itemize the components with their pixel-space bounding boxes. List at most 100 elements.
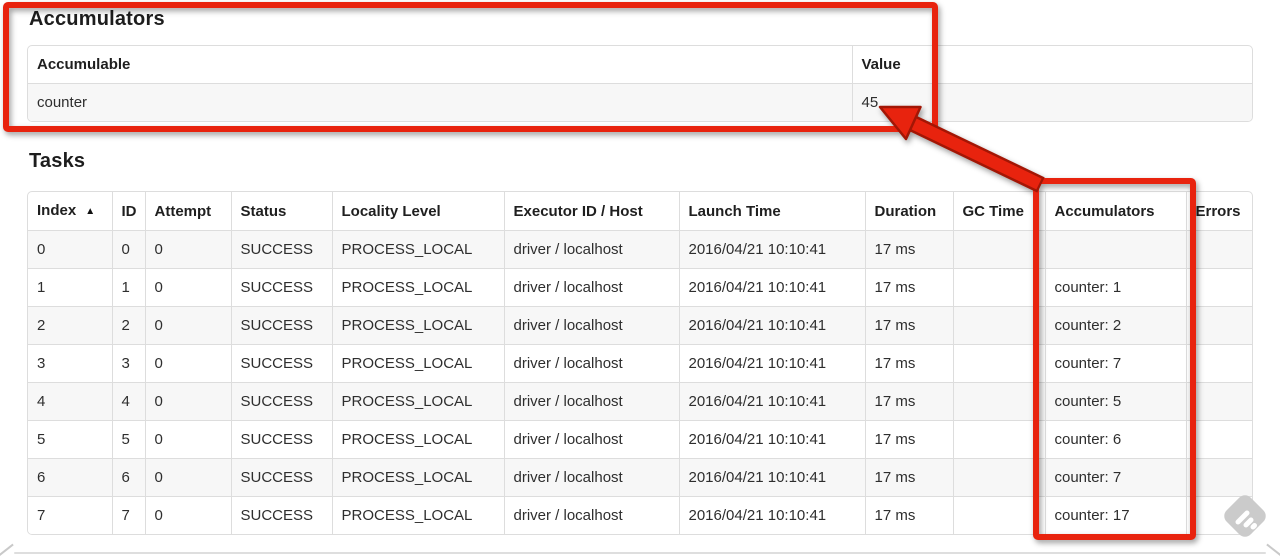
feedly-logo-icon xyxy=(1224,495,1266,537)
cell-launch_time: 2016/04/21 10:10:41 xyxy=(678,230,865,269)
cell-gc_time xyxy=(952,230,1045,269)
cell-id: 0 xyxy=(111,230,145,269)
spark-ui-stage-page: Accumulators Accumulable Value counter 45 … xyxy=(0,0,1280,556)
cell-id: 3 xyxy=(111,344,145,383)
accumulators-section-title: Accumulators xyxy=(29,8,165,30)
cell-duration: 17 ms xyxy=(864,458,953,497)
cell-index: 7 xyxy=(28,496,112,534)
cell-attempt: 0 xyxy=(144,268,231,307)
cell-status: SUCCESS xyxy=(230,306,332,345)
cell-executor: driver / localhost xyxy=(503,382,679,421)
table-row: 4 4 0 SUCCESS PROCESS_LOCAL driver / localhos… xyxy=(28,382,1252,421)
column-header-errors[interactable]: Errors xyxy=(1185,192,1252,231)
screenshot-frame-bottom-edge xyxy=(14,552,1266,554)
cell-duration: 17 ms xyxy=(864,230,953,269)
cell-launch_time: 2016/04/21 10:10:41 xyxy=(678,306,865,345)
cell-index: 5 xyxy=(28,420,112,459)
column-header-attempt[interactable]: Attempt xyxy=(144,192,231,231)
accumulators-table: Accumulable Value counter 45 xyxy=(27,45,1253,122)
cell-locality: PROCESS_LOCAL xyxy=(331,344,504,383)
sort-ascending-icon: ▲ xyxy=(85,206,96,217)
cell-executor: driver / localhost xyxy=(503,268,679,307)
cell-errors xyxy=(1185,230,1252,269)
cell-launch_time: 2016/04/21 10:10:41 xyxy=(678,420,865,459)
cell-gc_time xyxy=(952,382,1045,421)
cell-accumulators: counter: 1 xyxy=(1044,268,1186,307)
cell-attempt: 0 xyxy=(144,306,231,345)
cell-gc_time xyxy=(952,420,1045,459)
cell-attempt: 0 xyxy=(144,496,231,534)
column-header-gc-time[interactable]: GC Time xyxy=(952,192,1045,231)
column-header-locality-level[interactable]: Locality Level xyxy=(331,192,504,231)
cell-value: 45 xyxy=(851,83,1252,121)
cell-attempt: 0 xyxy=(144,344,231,383)
cell-executor: driver / localhost xyxy=(503,496,679,534)
cell-gc_time xyxy=(952,306,1045,345)
cell-status: SUCCESS xyxy=(230,230,332,269)
table-row: 3 3 0 SUCCESS PROCESS_LOCAL driver / localhos… xyxy=(28,344,1252,383)
cell-locality: PROCESS_LOCAL xyxy=(331,268,504,307)
cell-status: SUCCESS xyxy=(230,458,332,497)
cell-locality: PROCESS_LOCAL xyxy=(331,230,504,269)
cell-status: SUCCESS xyxy=(230,496,332,534)
cell-index: 3 xyxy=(28,344,112,383)
cell-locality: PROCESS_LOCAL xyxy=(331,382,504,421)
cell-launch_time: 2016/04/21 10:10:41 xyxy=(678,458,865,497)
cell-id: 6 xyxy=(111,458,145,497)
cell-accumulators: counter: 5 xyxy=(1044,382,1186,421)
cell-index: 4 xyxy=(28,382,112,421)
cell-errors xyxy=(1185,382,1252,421)
tasks-table-header-row: Index ▲ ID Attempt Status Locality Level Execu… xyxy=(28,192,1252,231)
cell-gc_time xyxy=(952,496,1045,534)
table-row: 2 2 0 SUCCESS PROCESS_LOCAL driver / localhos… xyxy=(28,306,1252,345)
cell-errors xyxy=(1185,344,1252,383)
tasks-table-body: 0 0 0 SUCCESS PROCESS_LOCAL driver / localhos… xyxy=(28,230,1252,534)
column-header-accumulable[interactable]: Accumulable xyxy=(28,46,852,84)
cell-launch_time: 2016/04/21 10:10:41 xyxy=(678,268,865,307)
column-header-index[interactable]: Index ▲ xyxy=(28,192,112,231)
column-header-launch-time[interactable]: Launch Time xyxy=(678,192,865,231)
table-row: 7 7 0 SUCCESS PROCESS_LOCAL driver / localhos… xyxy=(28,496,1252,534)
cell-accumulators: counter: 2 xyxy=(1044,306,1186,345)
cell-attempt: 0 xyxy=(144,382,231,421)
cell-launch_time: 2016/04/21 10:10:41 xyxy=(678,344,865,383)
cell-index: 0 xyxy=(28,230,112,269)
column-header-value[interactable]: Value xyxy=(851,46,1252,84)
cell-status: SUCCESS xyxy=(230,344,332,383)
cell-accumulable: counter xyxy=(28,83,852,121)
cell-accumulators: counter: 17 xyxy=(1044,496,1186,534)
cell-gc_time xyxy=(952,344,1045,383)
cell-executor: driver / localhost xyxy=(503,306,679,345)
cell-accumulators: counter: 7 xyxy=(1044,344,1186,383)
cell-errors xyxy=(1185,306,1252,345)
tasks-section-title: Tasks xyxy=(29,150,86,172)
table-row: 1 1 0 SUCCESS PROCESS_LOCAL driver / localhos… xyxy=(28,268,1252,307)
cell-id: 2 xyxy=(111,306,145,345)
table-row: 0 0 0 SUCCESS PROCESS_LOCAL driver / localhos… xyxy=(28,230,1252,269)
column-header-status[interactable]: Status xyxy=(230,192,332,231)
corner-curl-right xyxy=(1266,543,1280,556)
cell-locality: PROCESS_LOCAL xyxy=(331,458,504,497)
column-header-accumulators[interactable]: Accumulators xyxy=(1044,192,1186,231)
cell-status: SUCCESS xyxy=(230,382,332,421)
corner-curl-left xyxy=(0,543,14,556)
cell-errors xyxy=(1185,420,1252,459)
cell-executor: driver / localhost xyxy=(503,420,679,459)
cell-index: 2 xyxy=(28,306,112,345)
cell-executor: driver / localhost xyxy=(503,230,679,269)
cell-index: 1 xyxy=(28,268,112,307)
cell-gc_time xyxy=(952,458,1045,497)
cell-locality: PROCESS_LOCAL xyxy=(331,496,504,534)
table-row: 6 6 0 SUCCESS PROCESS_LOCAL driver / localhos… xyxy=(28,458,1252,497)
cell-attempt: 0 xyxy=(144,458,231,497)
column-header-duration[interactable]: Duration xyxy=(864,192,953,231)
tasks-table: Index ▲ ID Attempt Status Locality Level Execu… xyxy=(27,191,1253,535)
cell-status: SUCCESS xyxy=(230,268,332,307)
table-row: 5 5 0 SUCCESS PROCESS_LOCAL driver / localhos… xyxy=(28,420,1252,459)
cell-gc_time xyxy=(952,268,1045,307)
column-header-id[interactable]: ID xyxy=(111,192,145,231)
cell-launch_time: 2016/04/21 10:10:41 xyxy=(678,382,865,421)
column-header-executor-id-host[interactable]: Executor ID / Host xyxy=(503,192,679,231)
cell-duration: 17 ms xyxy=(864,496,953,534)
accumulators-table-body: counter 45 xyxy=(28,83,1252,121)
